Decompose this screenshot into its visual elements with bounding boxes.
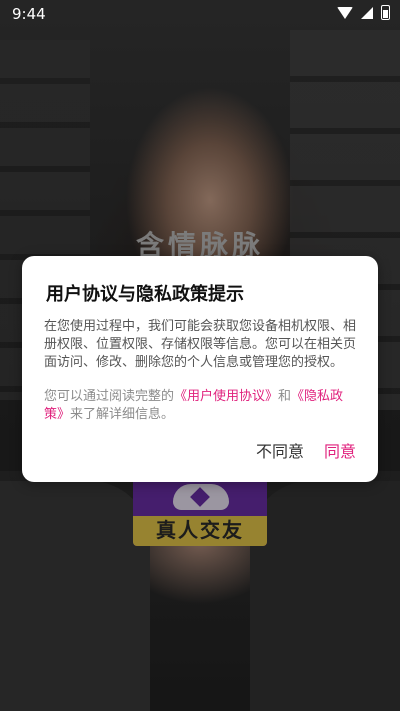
battery-charging-icon [381, 5, 390, 20]
status-bar: 9:44 [0, 0, 400, 28]
user-agreement-link[interactable]: 《用户使用协议》 [174, 389, 278, 404]
status-icons [337, 5, 390, 20]
dialog-title: 用户协议与隐私政策提示 [46, 284, 244, 305]
signal-icon [361, 6, 373, 19]
status-time: 9:44 [12, 5, 46, 23]
links-and: 和 [278, 389, 292, 404]
links-suffix: 来了解详细信息。 [70, 407, 175, 422]
dialog-links-text: 您可以通过阅读完整的《用户使用协议》和《隐私政策》来了解详细信息。 [44, 388, 362, 424]
disagree-button[interactable]: 不同意 [256, 438, 304, 462]
links-prefix: 您可以通过阅读完整的 [44, 389, 175, 404]
wifi-icon [337, 6, 353, 19]
agree-button[interactable]: 同意 [324, 438, 356, 462]
privacy-dialog: 用户协议与隐私政策提示 在您使用过程中，我们可能会获取您设备相机权限、相册权限、… [22, 256, 378, 482]
dialog-body: 在您使用过程中，我们可能会获取您设备相机权限、相册权限、位置权限、存储权限等信息… [44, 319, 357, 370]
